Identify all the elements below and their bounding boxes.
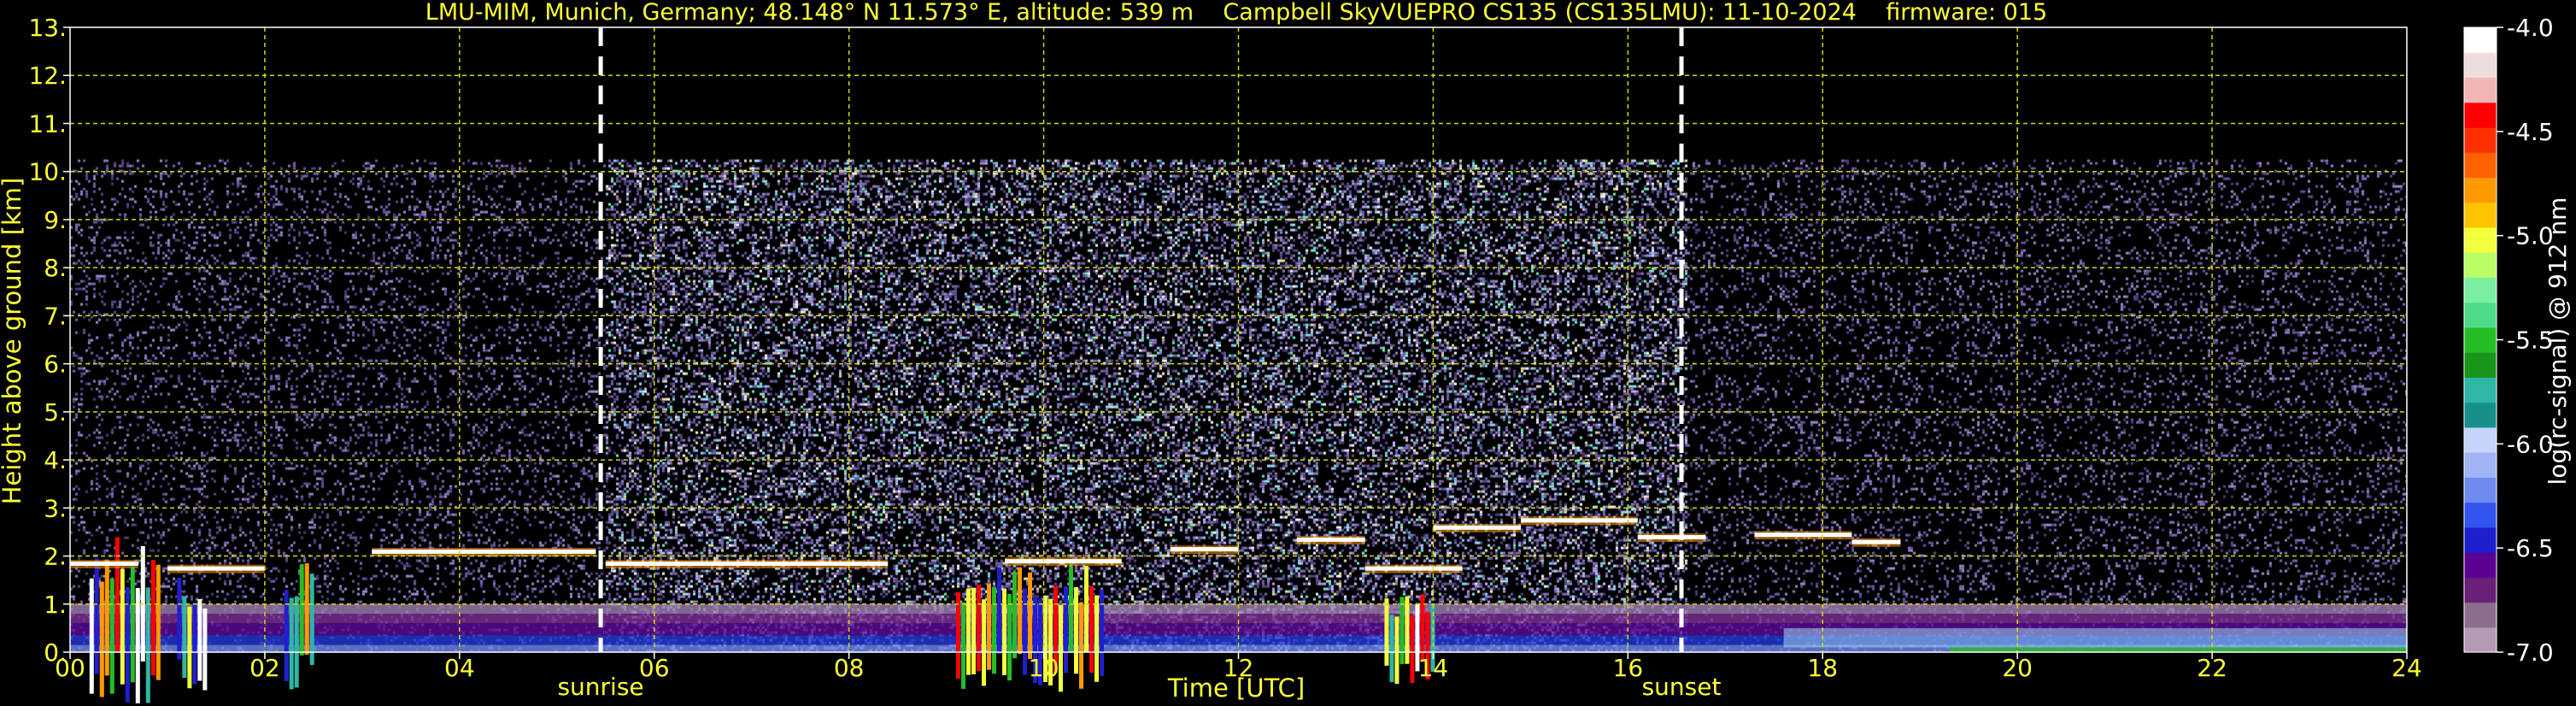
title-instrument: Campbell SkyVUEPRO CS135 (CS135LMU): 11-… (1223, 0, 1857, 26)
colorbar-swatch-22 (2464, 77, 2497, 103)
x-tick-label-4: 08 (834, 654, 865, 682)
y-tick-label-0: 0. (44, 638, 67, 667)
x-axis-label: Time [UTC] (1167, 674, 1305, 703)
colorbar-swatch-2 (2464, 577, 2497, 603)
boundary-layer-highlight (1783, 627, 2407, 648)
cloud-layer-10 (1637, 535, 1706, 540)
colorbar-swatch-21 (2464, 102, 2497, 128)
colorbar-label: log(rc-signal) @ 912 nm (2544, 197, 2572, 485)
colorbar-swatch-3 (2464, 552, 2497, 578)
x-tick-label-8: 16 (1613, 654, 1644, 682)
colorbar-swatch-14 (2464, 277, 2497, 303)
colorbar-swatch-23 (2464, 52, 2497, 79)
colorbar-swatch-19 (2464, 152, 2497, 179)
cloud-layer-7 (1364, 566, 1463, 571)
colorbar-swatch-20 (2464, 126, 2497, 153)
y-tick-label-1: 1. (44, 591, 67, 619)
colorbar-swatch-9 (2464, 402, 2497, 428)
title-site: LMU-MIM, Munich, Germany; 48.148° N 11.5… (425, 0, 1194, 26)
y-tick-label-9: 9. (44, 206, 67, 234)
x-tick-label-12: 24 (2391, 654, 2422, 682)
y-tick-label-11: 11. (28, 109, 67, 138)
cloud-layer-11 (1754, 532, 1852, 538)
marker-label-sunrise: sunrise (557, 673, 643, 701)
colorbar: -4.0-4.5-5.0-5.5-6.0-6.5-7.0 (2463, 14, 2554, 667)
marker-label-sunset: sunset (1642, 673, 1722, 701)
chart-title: LMU-MIM, Munich, Germany; 48.148° N 11.5… (425, 0, 2047, 26)
colorbar-tick-label-1: -4.5 (2507, 118, 2554, 146)
colorbar-swatch-6 (2464, 477, 2497, 503)
x-tick-label-5: 10 (1029, 654, 1059, 682)
x-tick-label-9: 18 (1807, 654, 1838, 682)
cloud-layer-0 (70, 561, 138, 566)
colorbar-swatch-7 (2464, 452, 2497, 478)
colorbar-swatch-16 (2464, 227, 2497, 253)
y-tick-label-8: 8. (44, 254, 67, 282)
colorbar-swatch-17 (2464, 202, 2497, 228)
cloud-layer-4 (1005, 559, 1122, 564)
colorbar-swatch-15 (2464, 252, 2497, 278)
y-axis-label: Height above ground [km] (0, 178, 26, 505)
x-tick-label-10: 20 (2002, 654, 2033, 682)
cloud-layer-6 (1296, 537, 1365, 542)
x-tick-label-7: 14 (1418, 654, 1449, 682)
cloud-layer-12 (1851, 539, 1901, 544)
colorbar-tick-label-6: -7.0 (2507, 638, 2554, 667)
ceilometer-chart: sunrise sunset 00 02 04 06 08 10 12 14 16 18 20 22 24… (0, 0, 2572, 703)
colorbar-swatch-24 (2464, 27, 2497, 53)
y-tick-label-7: 7. (44, 302, 67, 330)
colorbar-swatch-18 (2464, 177, 2497, 203)
cloud-layer-1 (167, 566, 265, 571)
y-tick-label-12: 12. (28, 62, 67, 90)
colorbar-tick-label-5: -6.5 (2507, 534, 2554, 562)
colorbar-swatch-8 (2464, 427, 2497, 453)
cloud-layer-9 (1520, 518, 1638, 523)
cloud-layer-3 (605, 561, 889, 566)
colorbar-swatch-13 (2464, 302, 2497, 328)
cloud-layer-8 (1433, 525, 1521, 530)
y-tick-label-13: 13. (28, 14, 67, 42)
colorbar-swatch-10 (2464, 377, 2497, 403)
cloud-layer-5 (1170, 547, 1239, 552)
y-tick-label-3: 3. (44, 494, 67, 522)
cloud-layer-2 (372, 549, 596, 554)
colorbar-swatch-0 (2464, 627, 2497, 653)
title-firmware: firmware: 015 (1886, 0, 2047, 26)
x-tick-label-1: 02 (249, 654, 280, 682)
colorbar-swatch-1 (2464, 602, 2497, 628)
x-tick-label-2: 04 (444, 654, 475, 682)
colorbar-swatch-4 (2464, 527, 2497, 553)
y-tick-label-2: 2. (44, 543, 67, 571)
colorbar-swatch-5 (2464, 502, 2497, 528)
y-tick-label-10: 10. (28, 158, 67, 186)
x-tick-label-3: 06 (639, 654, 670, 682)
colorbar-tick-label-0: -4.0 (2507, 14, 2554, 42)
y-tick-label-4: 4. (44, 446, 67, 474)
colorbar-swatch-11 (2464, 352, 2497, 378)
colorbar-swatch-12 (2464, 327, 2497, 353)
x-tick-label-11: 22 (2197, 654, 2227, 682)
y-tick-label-6: 6. (44, 350, 67, 379)
y-tick-label-5: 5. (44, 398, 67, 427)
